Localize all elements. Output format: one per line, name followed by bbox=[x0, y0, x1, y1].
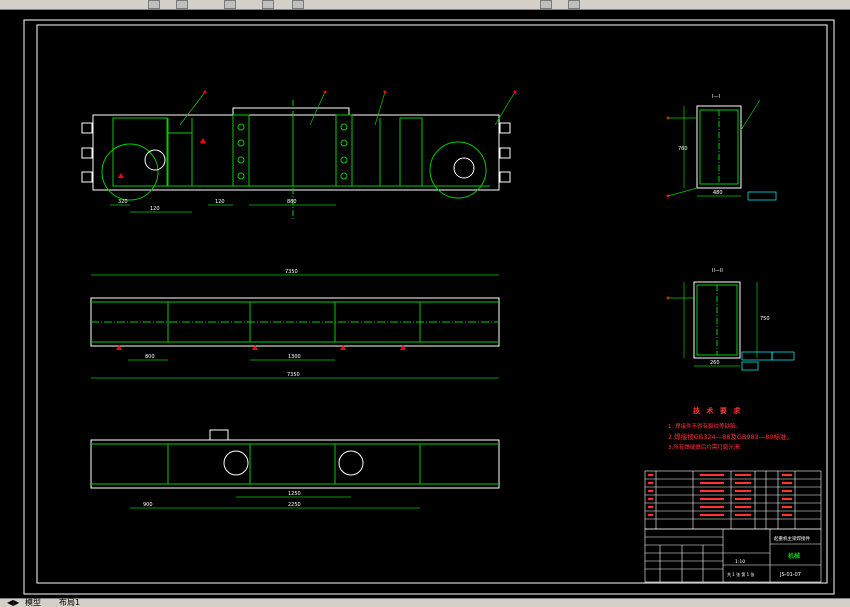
title-scale: 1:10 bbox=[735, 559, 745, 565]
technical-notes: 技 术 要 求 1. 焊接件不得有裂纹等缺陷。 2.焊接按GB324—88及GB… bbox=[668, 406, 793, 451]
dim-top-1: 320 bbox=[118, 199, 128, 205]
dim-bot-1: 900 bbox=[143, 502, 153, 508]
section-1-view[interactable]: I—I 480 760 bbox=[666, 94, 777, 201]
section-2-view[interactable]: II—II 260 750 bbox=[666, 268, 795, 371]
dim-sec-w: 480 bbox=[713, 190, 723, 196]
note-2: 2.焊接按GB324—88及GB983—80标准。 bbox=[668, 432, 793, 441]
note-1: 1. 焊接件不得有裂纹等缺陷。 bbox=[668, 422, 741, 430]
toolbar-button-2[interactable] bbox=[176, 0, 188, 9]
parts-list[interactable] bbox=[644, 470, 822, 530]
dim-mid-3: 7350 bbox=[287, 372, 300, 378]
toolbar-button-3[interactable] bbox=[224, 0, 236, 9]
dim-mid-2: 1300 bbox=[288, 354, 301, 360]
title-sheet: 共 1 张 第 1 张 bbox=[727, 571, 754, 577]
dim-top-2: 120 bbox=[150, 206, 160, 212]
title-drawing-name: 起重机主梁焊接件 bbox=[774, 535, 810, 542]
toolbar-button-5[interactable] bbox=[292, 0, 304, 9]
dim-bot-3: 2250 bbox=[288, 502, 301, 508]
toolbar-button-1[interactable] bbox=[148, 0, 160, 9]
dim-mid-1: 800 bbox=[145, 354, 155, 360]
notes-title: 技 术 要 求 bbox=[693, 406, 742, 415]
dim-sec2-w: 260 bbox=[710, 360, 720, 366]
dim-top-3: 120 bbox=[215, 199, 225, 205]
dim-top-4: 880 bbox=[287, 199, 297, 205]
section-1-label: I—I bbox=[712, 94, 720, 100]
dim-sec2-h: 750 bbox=[760, 316, 770, 322]
toolbar-button-4[interactable] bbox=[262, 0, 274, 9]
title-company: 机械 bbox=[788, 552, 800, 560]
title-drawing-no: JS-01-07 bbox=[779, 572, 801, 578]
dim-sec-h: 760 bbox=[678, 146, 688, 152]
dim-mid-overall: 7350 bbox=[285, 269, 298, 275]
toolbar-button-6[interactable] bbox=[540, 0, 552, 9]
section-2-label: II—II bbox=[712, 268, 723, 274]
toolbar bbox=[0, 0, 850, 10]
cad-drawing-canvas[interactable]: 320 120 120 880 7350 800 1300 7350 900 1… bbox=[0, 10, 850, 598]
toolbar-button-7[interactable] bbox=[568, 0, 580, 9]
bottom-view[interactable]: 900 1250 2250 bbox=[90, 429, 500, 509]
note-3: 3.所有焊缝焊后均需打磨光滑。 bbox=[668, 443, 745, 451]
dim-bot-2: 1250 bbox=[288, 491, 301, 497]
front-view[interactable]: 320 120 120 880 bbox=[81, 90, 517, 221]
plan-view[interactable]: 7350 800 1300 7350 bbox=[90, 269, 500, 379]
